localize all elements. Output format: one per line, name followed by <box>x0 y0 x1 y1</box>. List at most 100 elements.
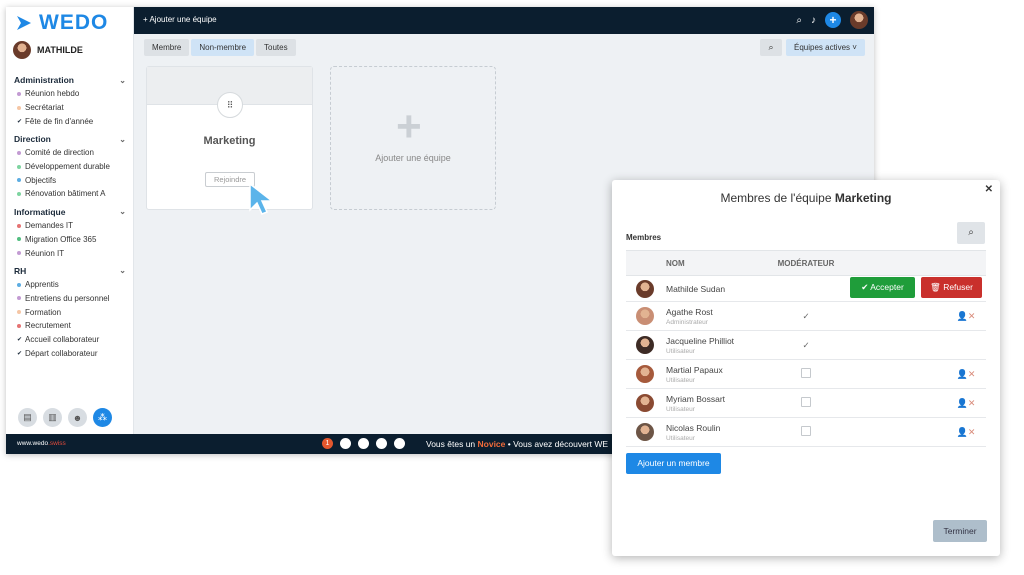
modal-title: Membres de l'équipe Marketing <box>720 191 892 205</box>
sidebar-item[interactable]: ✔ Fête de fin d'année <box>6 114 134 128</box>
sidebar-item[interactable]: Comité de direction <box>6 146 134 160</box>
remove-user-icon[interactable]: 👤✕ <box>957 369 976 379</box>
sidebar-group-title[interactable]: RH ⌄ <box>6 264 134 278</box>
chevron-down-icon[interactable]: ⌄ <box>119 207 126 216</box>
team-card[interactable]: ⠿ Marketing Rejoindre <box>146 66 313 210</box>
sidebar-shortcuts: ▤ ▥ ☻ ⁂ <box>18 408 112 427</box>
avatar <box>636 423 654 441</box>
sidebar-item[interactable]: Recrutement <box>6 319 134 333</box>
add-team-card[interactable]: + Ajouter une équipe <box>330 66 496 210</box>
color-dot <box>17 282 21 287</box>
table-row: Martial Papaux Utilisateur 👤✕ <box>626 359 986 389</box>
search-icon[interactable]: ⌕ <box>796 15 802 26</box>
topbar: + Ajouter une équipe ⌕ ♪ + <box>134 7 874 34</box>
color-dot <box>17 150 21 155</box>
sidebar-item[interactable]: Développement durable <box>6 160 134 174</box>
logo[interactable]: WEDO <box>15 11 108 35</box>
tab-0[interactable]: Membre <box>144 39 190 56</box>
members-label: Membres <box>626 233 662 242</box>
sidebar-group: Informatique ⌄ Demandes IT Migration Office… <box>6 205 134 260</box>
filter-tabs: Membre Non-membre Toutes <box>144 39 296 56</box>
sidebar-item[interactable]: Migration Office 365 <box>6 233 134 247</box>
member-role: Utilisateur <box>666 347 695 355</box>
search-icon[interactable]: ⌕ <box>957 222 985 244</box>
user-profile[interactable]: MATHILDE <box>13 41 83 59</box>
progress-dots: 1 <box>322 438 405 449</box>
remove-user-icon[interactable]: 👤✕ <box>957 311 976 321</box>
member-name: Mathilde Sudan <box>666 275 766 302</box>
sidebar-item[interactable]: Rénovation bâtiment A <box>6 187 134 201</box>
check-icon: ✔ <box>17 118 23 125</box>
member-role: Utilisateur <box>666 434 695 442</box>
check-icon[interactable]: ✓ <box>802 340 809 350</box>
moderator-checkbox[interactable] <box>801 426 811 436</box>
refuse-button[interactable]: 🗑 Refuser <box>921 277 982 298</box>
sidebar-menu: Administration ⌄ Réunion hebdo Secrétariat ✔… <box>6 73 134 364</box>
top-avatar[interactable] <box>850 11 868 29</box>
sidebar-group-title[interactable]: Direction ⌄ <box>6 132 134 146</box>
color-dot <box>17 91 21 96</box>
accept-button[interactable]: ✔ Accepter <box>850 277 915 298</box>
member-name: Jacqueline Philliot <box>666 335 735 346</box>
member-role: Utilisateur <box>666 405 695 413</box>
add-team-label: Ajouter une équipe <box>375 153 451 163</box>
avatar <box>13 41 31 59</box>
color-dot <box>17 178 21 183</box>
sidebar-item-label: Recrutement <box>25 321 71 331</box>
add-team-button[interactable]: + Ajouter une équipe <box>143 15 217 24</box>
member-name: Agathe Rost <box>666 306 713 317</box>
moderator-checkbox[interactable] <box>801 397 811 407</box>
teams-icon[interactable]: ⁂ <box>93 408 112 427</box>
sidebar-item[interactable]: Formation <box>6 305 134 319</box>
progress-dot <box>358 438 369 449</box>
color-dot <box>17 191 21 196</box>
chevron-down-icon[interactable]: ⌄ <box>119 76 126 85</box>
sidebar-item[interactable]: ✔ Départ collaborateur <box>6 346 134 360</box>
search-button[interactable]: ⌕ <box>760 39 782 56</box>
tab-1[interactable]: Non-membre <box>191 39 255 56</box>
chevron-down-icon[interactable]: ⌄ <box>119 266 126 275</box>
member-role: Administrateur <box>666 318 708 326</box>
sidebar-item-label: Réunion hebdo <box>25 89 80 99</box>
team-icon: ⠿ <box>217 92 243 118</box>
add-icon[interactable]: + <box>825 12 841 28</box>
remove-user-icon[interactable]: 👤✕ <box>957 427 976 437</box>
users-icon[interactable]: ☻ <box>68 408 87 427</box>
chevron-down-icon[interactable]: ⌄ <box>119 135 126 144</box>
teams-filter-dropdown[interactable]: Équipes actives ˅ <box>786 39 865 56</box>
sidebar-item-label: Rénovation bâtiment A <box>25 189 106 199</box>
color-dot <box>17 310 21 315</box>
team-members-modal: ✕ Membres de l'équipe Marketing Membres … <box>612 180 1000 556</box>
cursor-icon <box>249 182 274 215</box>
tab-2[interactable]: Toutes <box>256 39 296 56</box>
remove-user-icon[interactable]: 👤✕ <box>957 398 976 408</box>
briefcase-icon[interactable]: ▤ <box>18 408 37 427</box>
top-icons: ⌕ ♪ + <box>796 11 868 29</box>
color-dot <box>17 237 21 242</box>
table-row: Nicolas Roulin Utilisateur 👤✕ <box>626 417 986 447</box>
done-button[interactable]: Terminer <box>933 520 987 542</box>
sidebar-group-title[interactable]: Informatique ⌄ <box>6 205 134 219</box>
moderator-checkbox[interactable] <box>801 368 811 378</box>
sidebar-item[interactable]: Réunion hebdo <box>6 87 134 101</box>
check-icon[interactable]: ✓ <box>802 311 809 321</box>
footer-brand[interactable]: www.wedo.swiss <box>17 440 66 447</box>
table-row: Myriam Bossart Utilisateur 👤✕ <box>626 388 986 418</box>
sidebar-group-title[interactable]: Administration ⌄ <box>6 73 134 87</box>
sidebar-item[interactable]: Objectifs <box>6 173 134 187</box>
sidebar-item[interactable]: ✔ Accueil collaborateur <box>6 333 134 347</box>
sidebar-item[interactable]: Entretiens du personnel <box>6 292 134 306</box>
sidebar-item[interactable]: Secrétariat <box>6 101 134 115</box>
sidebar-item[interactable]: Apprentis <box>6 278 134 292</box>
add-member-button[interactable]: Ajouter un membre <box>626 453 721 474</box>
clipboard-icon[interactable]: ▥ <box>43 408 62 427</box>
member-name: Nicolas Roulin <box>666 422 721 433</box>
check-icon: ✔ <box>17 336 23 343</box>
bell-icon[interactable]: ♪ <box>811 15 816 26</box>
member-role: Utilisateur <box>666 376 695 384</box>
sidebar-item[interactable]: Demandes IT <box>6 219 134 233</box>
sidebar-item-label: Apprentis <box>25 280 59 290</box>
sidebar-item[interactable]: Réunion IT <box>6 246 134 260</box>
sidebar-item-label: Migration Office 365 <box>25 234 97 244</box>
table-row: Jacqueline Philliot Utilisateur ✓ <box>626 330 986 360</box>
